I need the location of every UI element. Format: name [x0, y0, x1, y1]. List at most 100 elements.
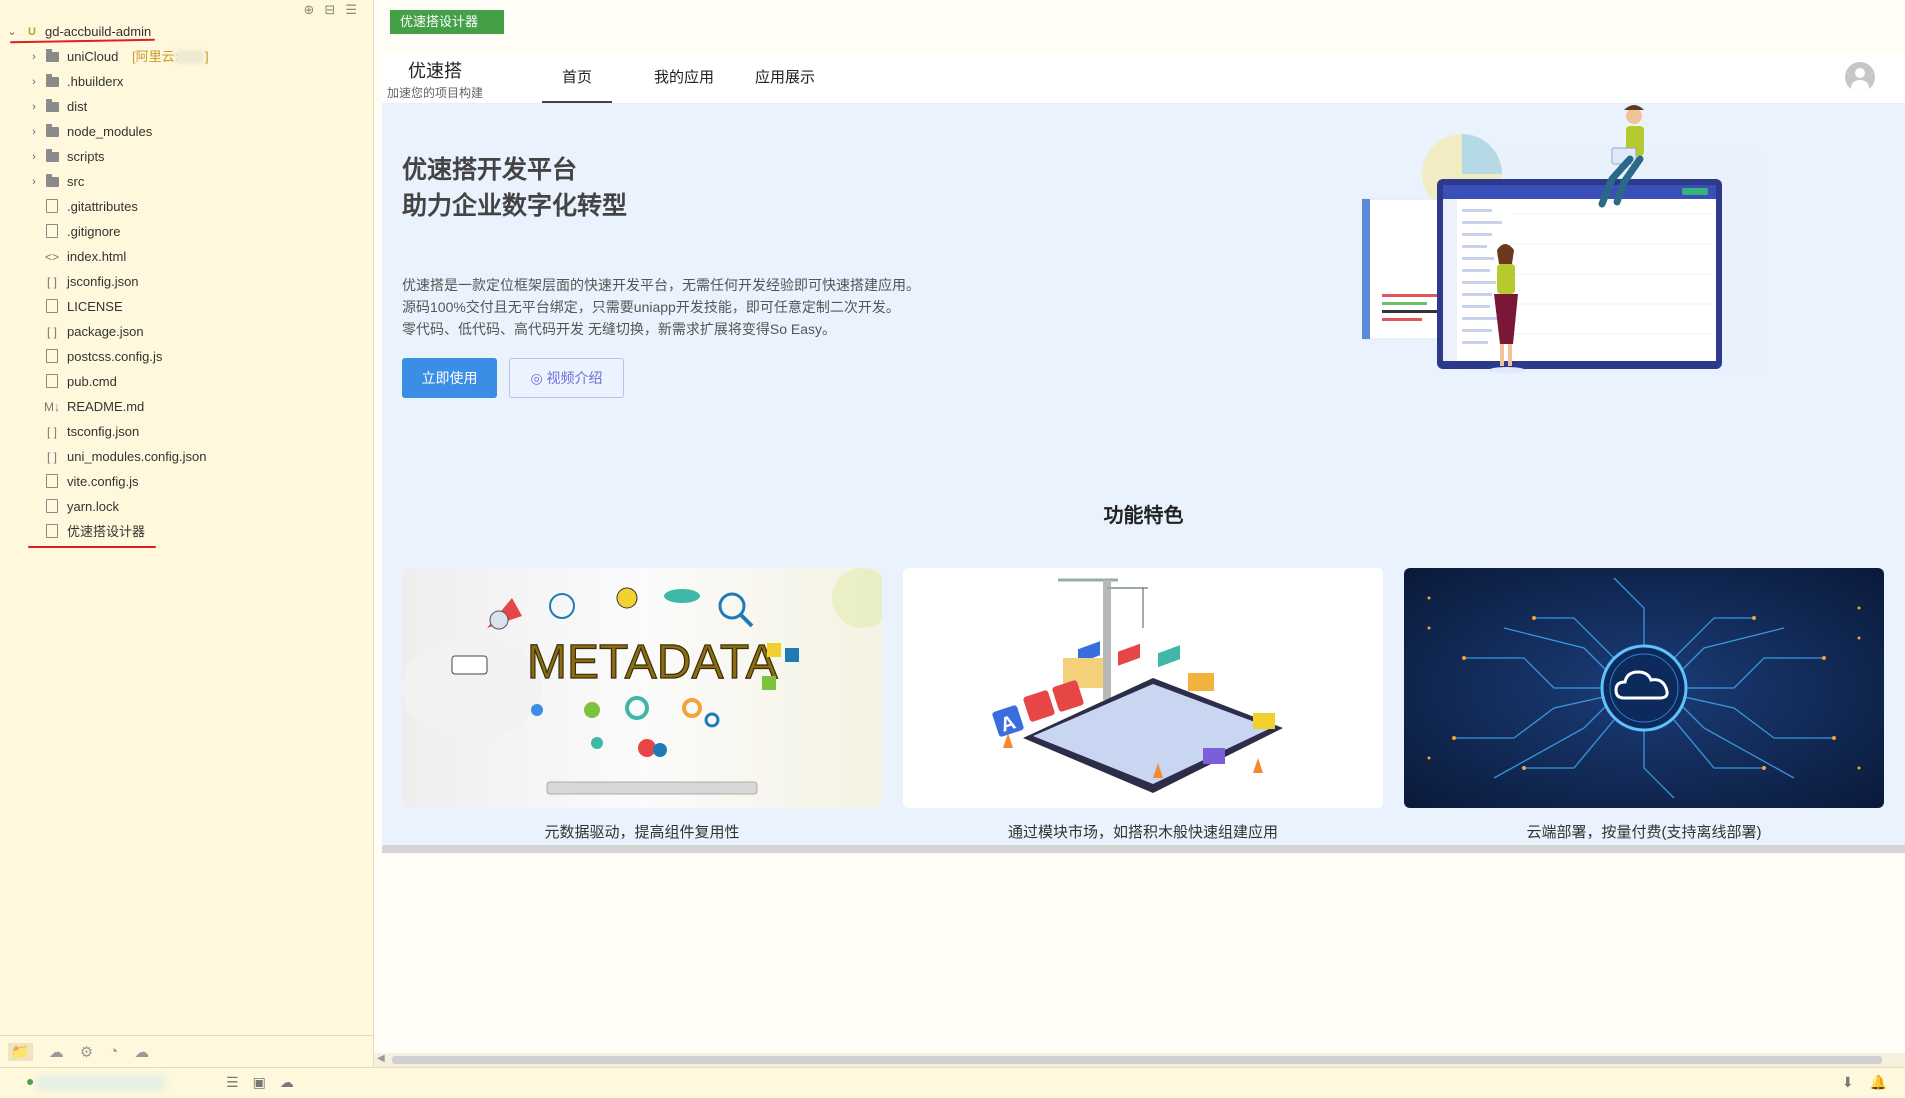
tree-item[interactable]: yarn.lock [0, 495, 372, 519]
tree-item[interactable]: [ ] uni_modules.config.json [0, 445, 372, 469]
file-type-icon: [ ] [46, 275, 57, 289]
explorer-icon[interactable]: 📁 [8, 1042, 33, 1061]
chevron-right-icon: › [32, 101, 36, 113]
file-type-icon: [ ] [46, 325, 57, 339]
tree-item-label: uniCloud [67, 49, 119, 64]
chevron-right-icon: › [32, 126, 36, 138]
folder-icon [44, 170, 60, 194]
bell-icon[interactable]: 🔔 [1870, 1074, 1887, 1091]
hero-title-line1: 优速搭开发平台 [402, 156, 578, 184]
tree-item-label: 优速搭设计器 [67, 524, 146, 539]
tree-item[interactable]: LICENSE [0, 295, 372, 319]
tree-item[interactable]: pub.cmd [0, 370, 372, 394]
tree-item[interactable]: vite.config.js [0, 470, 372, 494]
feature-card-metadata[interactable]: METADATA [402, 568, 882, 808]
nav-tab-home[interactable]: 首页 [542, 53, 612, 103]
tree-item[interactable]: › src [0, 170, 372, 194]
locate-icon[interactable]: ⊕ [304, 2, 315, 18]
feature-caption-module-market: 通过模块市场，如搭积木般快速组建应用 [1007, 824, 1278, 841]
use-now-button[interactable]: 立即使用 [402, 358, 497, 398]
tree-item[interactable]: .gitignore [0, 220, 372, 244]
folder-icon [44, 45, 60, 69]
scrollbar-thumb[interactable] [392, 1056, 1882, 1064]
tree-item-label: vite.config.js [67, 474, 139, 489]
cloud-status-icon[interactable]: ☁ [280, 1074, 294, 1091]
hero-title: 优速搭开发平台 助力企业数字化转型 [402, 152, 627, 224]
folder-icon [44, 70, 60, 94]
file-icon [44, 520, 60, 544]
nav-tab-my-apps[interactable]: 我的应用 [644, 53, 724, 103]
tree-item-label: .gitignore [67, 224, 121, 239]
file-type-icon: [ ] [46, 425, 57, 439]
play-circle-icon: ◎ [530, 370, 547, 386]
chevron-right-icon: › [32, 76, 36, 88]
tree-item[interactable]: [ ] package.json [0, 320, 372, 344]
feature-caption-cloud-deploy: 云端部署，按量付费(支持离线部署) [1526, 824, 1762, 841]
tree-item-label: .hbuilderx [67, 74, 124, 89]
feature-card-module-market[interactable]: A [903, 568, 1383, 808]
scroll-left-icon[interactable]: ◀ [377, 1053, 385, 1064]
tree-item[interactable]: <> index.html [0, 245, 372, 269]
tree-item-label: jsconfig.json [67, 274, 139, 289]
file-icon [44, 370, 60, 394]
tree-item-label: postcss.config.js [67, 349, 163, 364]
collapse-all-icon[interactable]: ⊟ [324, 2, 335, 18]
file-icon [44, 195, 60, 219]
hero-title-line2: 助力企业数字化转型 [402, 192, 628, 220]
file-icon [44, 495, 60, 519]
tree-item[interactable]: › node_modules [0, 120, 372, 144]
tree-item-label: .gitattributes [67, 199, 138, 214]
tree-item[interactable]: › scripts [0, 145, 372, 169]
web-preview: 优速搭 加速您的项目构建 首页 我的应用 应用展示 优速搭开发平台 助力企业数字… [382, 53, 1905, 853]
feature-card-cloud-deploy[interactable] [1404, 568, 1884, 808]
download-icon[interactable]: ⬇ [1842, 1074, 1854, 1091]
cloud-provider-bracket: ] [205, 49, 209, 64]
tree-item[interactable]: › dist [0, 95, 372, 119]
tree-item-label: package.json [67, 324, 144, 339]
chevron-right-icon: › [32, 51, 36, 63]
menu-icon[interactable]: ☰ [345, 2, 357, 18]
features-title: 功能特色 [1103, 505, 1184, 527]
page-horizontal-scrollbar[interactable] [382, 845, 1905, 853]
tree-item[interactable]: 优速搭设计器 [0, 520, 372, 544]
video-intro-label: 视频介绍 [546, 370, 603, 386]
terminal-icon[interactable]: ▣ [253, 1074, 266, 1091]
browser-tab[interactable]: 优速搭设计器 [390, 10, 504, 34]
user-avatar[interactable] [1845, 62, 1875, 92]
tree-item[interactable]: [ ] tsconfig.json [0, 420, 372, 444]
metadata-text: METADATA [527, 636, 778, 689]
file-icon [44, 345, 60, 369]
status-account-blurred [36, 1075, 166, 1091]
plugin-icon[interactable]: ⚙ [80, 1043, 93, 1061]
brand-name: 优速搭 [408, 61, 462, 81]
tree-item[interactable]: [ ] jsconfig.json [0, 270, 372, 294]
tree-item[interactable]: M↓ README.md [0, 395, 372, 419]
cloud-deploy-icon[interactable]: ☁ [134, 1043, 149, 1061]
tree-item-label: node_modules [67, 124, 153, 139]
project-explorer: ⊕ ⊟ ☰ ⌄ U gd-accbuild-admin › uniCloud [阿里… [0, 0, 374, 1067]
nav-tab-showcase[interactable]: 应用展示 [745, 53, 825, 103]
tree-item-label: pub.cmd [67, 374, 117, 389]
tree-item-label: tsconfig.json [67, 424, 140, 439]
tree-item-label: src [67, 174, 85, 189]
tree-item[interactable]: › uniCloud [阿里云:] [0, 45, 372, 69]
editor-horizontal-scrollbar[interactable]: ◀ [374, 1053, 1905, 1067]
file-type-icon: M↓ [44, 400, 60, 414]
folder-icon [44, 95, 60, 119]
blurred-space-name [176, 50, 204, 64]
module-market-image: A [903, 568, 1383, 808]
cloud-circuit-image [1404, 568, 1884, 808]
file-icon [44, 470, 60, 494]
hero-desc-line2: 源码100%交付且无平台绑定，只需要uniapp开发技能，即可任意定制二次开发。 [402, 299, 900, 315]
hero-section: 优速搭开发平台 助力企业数字化转型 优速搭是一款定位框架层面的快速开发平台，无需… [382, 104, 1905, 845]
history-icon[interactable]: ◔ [109, 1043, 118, 1060]
video-intro-button[interactable]: ◎ 视频介绍 [509, 358, 624, 398]
tree-item[interactable]: postcss.config.js [0, 345, 372, 369]
chevron-right-icon: › [32, 151, 36, 163]
tree-item-label: yarn.lock [67, 499, 120, 514]
tree-item[interactable]: › .hbuilderx [0, 70, 372, 94]
cloud-icon[interactable]: ☁ [49, 1043, 64, 1061]
hero-desc-line3: 零代码、低代码、高代码开发 无缝切换，新需求扩展将变得So Easy。 [402, 321, 837, 337]
outline-icon[interactable]: ☰ [226, 1074, 239, 1091]
tree-item[interactable]: .gitattributes [0, 195, 372, 219]
